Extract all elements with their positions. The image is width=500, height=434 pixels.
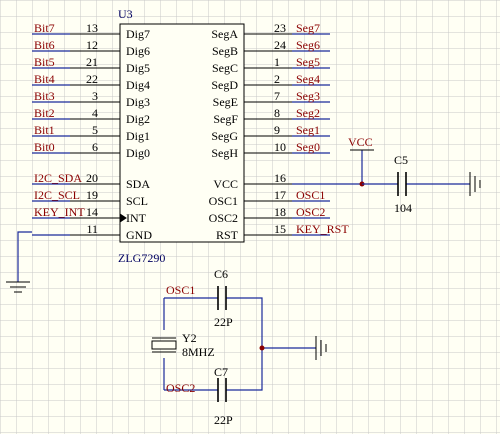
net-label: Bit2 [34,106,55,120]
pin-number: 22 [86,72,98,86]
chip-part-number: ZLG7290 [118,251,165,265]
pin-number: 14 [86,205,98,219]
net-label: Bit3 [34,89,55,103]
net-label: Bit4 [34,72,55,86]
pin-name: SegF [213,112,238,126]
pin-name: SegA [211,27,238,41]
pin-number: 8 [274,106,280,120]
c7-net-label: OSC2 [166,381,195,395]
pin-number: 17 [274,188,286,202]
c6-net-label: OSC1 [166,283,195,297]
pin-name: Dig6 [126,44,150,58]
pin-name: GND [126,228,152,242]
net-label: OSC1 [296,188,325,202]
c6-designator: C6 [214,267,228,281]
pin-number: 4 [92,106,98,120]
net-label: Seg0 [296,140,320,154]
pin-number: 20 [86,171,98,185]
c6-value: 22P [214,315,233,329]
pin-number: 6 [92,140,98,154]
pin-name: SegH [211,146,238,160]
pin-number: 15 [274,222,286,236]
net-label: KEY_RST [296,222,349,236]
pin-number: 18 [274,205,286,219]
chip-designator: U3 [118,7,133,21]
pin-number: 13 [86,21,98,35]
net-label: I2C_SDA [34,171,82,185]
pin-name: Dig2 [126,112,150,126]
net-label: Bit5 [34,55,55,69]
net-label: Seg1 [296,123,320,137]
pin-name: Dig3 [126,95,150,109]
vcc-label: VCC [348,135,373,149]
pin-name: SDA [126,177,150,191]
net-label: Seg6 [296,38,320,52]
net-label: Seg2 [296,106,320,120]
pin-name: Dig1 [126,129,150,143]
net-label: Seg7 [296,21,320,35]
pin-name: SegD [211,78,238,92]
net-label: Bit0 [34,140,55,154]
net-label: Seg5 [296,55,320,69]
net-label: OSC2 [296,205,325,219]
net-label: KEY_INT [34,205,85,219]
pin-number: 19 [86,188,98,202]
pin-number: 12 [86,38,98,52]
pin-number: 23 [274,21,286,35]
pin-name: Dig5 [126,61,150,75]
pin-name: SegG [211,129,238,143]
c7-value: 22P [214,413,233,427]
pin-number: 11 [86,222,98,236]
pin-name: SegE [213,95,238,109]
pin-number: 21 [86,55,98,69]
net-label: Bit7 [34,21,55,35]
pin-number: 24 [274,38,286,52]
pin-name: SegB [212,44,238,58]
net-label: Bit6 [34,38,55,52]
net-label: Seg4 [296,72,320,86]
pin-name: Dig0 [126,146,150,160]
pin-name: RST [216,228,239,242]
pin-number: 1 [274,55,280,69]
y2-designator: Y2 [182,331,197,345]
pin-number: 16 [274,171,286,185]
c7-designator: C7 [214,365,228,379]
pin-name: INT [126,211,147,225]
pin-name: SegC [212,61,238,75]
pin-number: 10 [274,140,286,154]
pin-name: VCC [213,177,238,191]
pin-name: Dig4 [126,78,150,92]
pin-name: Dig7 [126,27,150,41]
pin-name: OSC2 [209,211,238,225]
pin-number: 9 [274,123,280,137]
net-label: Bit1 [34,123,55,137]
pin-number: 2 [274,72,280,86]
c5-value: 104 [394,201,412,215]
pin-name: SCL [126,194,148,208]
net-label: I2C_SCL [34,188,80,202]
osc-junction [259,345,265,351]
net-label: Seg3 [296,89,320,103]
pin-number: 3 [92,89,98,103]
pin-number: 5 [92,123,98,137]
y2-value: 8MHZ [182,345,215,359]
c5-designator: C5 [394,153,408,167]
pin-name: OSC1 [209,194,238,208]
pin-number: 7 [274,89,280,103]
